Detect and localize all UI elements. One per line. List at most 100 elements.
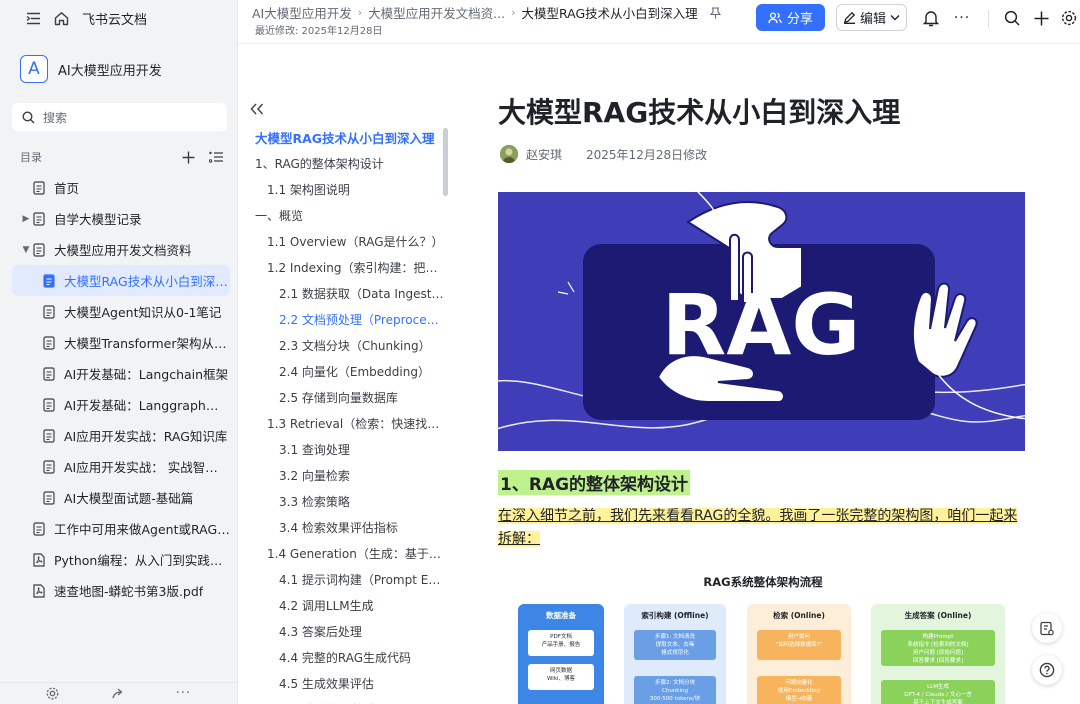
- toc-label: 目录: [20, 151, 42, 164]
- collapse-sidebar-icon[interactable]: [24, 9, 42, 27]
- outline-item[interactable]: 2.4 向量化（Embedding）: [238, 358, 444, 384]
- sidebar-item[interactable]: 速查地图-蟒蛇书第3版.pdf: [12, 575, 230, 606]
- settings-icon[interactable]: [46, 687, 59, 700]
- sidebar-item-label: AI大模型面试题-基础篇: [64, 491, 194, 506]
- outline-item-label: 2.5 存储到向量数据库: [279, 390, 398, 405]
- sidebar-item[interactable]: AI应用开发实战：RAG知识库: [12, 420, 230, 451]
- sidebar-item[interactable]: 工作中可用来做Agent或RAG+的: [12, 513, 230, 544]
- document-outline: 大模型RAG技术从小白到深入理 1、RAG的整体架构设计 1.1 架构图说明 一、概览…: [238, 44, 452, 704]
- outline-item[interactable]: 二、RAG查询优化策略: [238, 696, 444, 704]
- doc-icon: [32, 242, 46, 257]
- doc-icon: [42, 335, 56, 350]
- outline-item[interactable]: 1.4 Generation（生成：基于知识回答）: [238, 540, 444, 566]
- breadcrumb-current[interactable]: 大模型RAG技术从小白到深入理: [521, 3, 697, 22]
- outline-item[interactable]: 4.2 调用LLM生成: [238, 592, 444, 618]
- add-icon[interactable]: [1030, 7, 1052, 29]
- breadcrumb: AI大模型应用开发 › 大模型应用开发文档资... › 大模型RAG技术从小白到…: [252, 3, 721, 22]
- bell-icon[interactable]: [920, 7, 942, 29]
- outline-item[interactable]: 4.4 完整的RAG生成代码: [238, 644, 444, 670]
- search-icon[interactable]: [1001, 7, 1023, 29]
- share-arrow-icon[interactable]: [111, 687, 124, 700]
- outline-item-label: 3.3 检索策略: [279, 494, 350, 509]
- sidebar-item[interactable]: 大模型RAG技术从小白到深入理: [12, 265, 230, 296]
- outline-item[interactable]: 3.1 查询处理: [238, 436, 444, 462]
- home-icon[interactable]: [52, 9, 70, 27]
- comments-icon: [1040, 621, 1054, 635]
- outline-item[interactable]: 2.5 存储到向量数据库: [238, 384, 444, 410]
- sidebar-item[interactable]: 大模型Transformer架构从0-1: [12, 327, 230, 358]
- outline-item-label: 1.1 Overview（RAG是什么？）: [267, 234, 444, 249]
- breadcrumb-item[interactable]: 大模型应用开发文档资...: [368, 3, 505, 22]
- outline-item-label: 2.3 文档分块（Chunking）: [279, 338, 431, 353]
- avatar[interactable]: [500, 145, 518, 163]
- outline-item[interactable]: 1、RAG的整体架构设计: [238, 150, 444, 176]
- outline-item[interactable]: 4.3 答案后处理: [238, 618, 444, 644]
- outline-item[interactable]: 4.5 生成效果评估: [238, 670, 444, 696]
- intro-paragraph: 在深入细节之前，我们先来看看RAG的全貌。我画了一张完整的架构图，咱们一起来拆解…: [498, 505, 1028, 551]
- chevron-down-icon[interactable]: ▼: [20, 245, 32, 255]
- sidebar-item[interactable]: AI开发基础：Langgraph框架: [12, 389, 230, 420]
- outline-item[interactable]: 2.1 数据获取（Data Ingestion）: [238, 280, 444, 306]
- settings-icon[interactable]: [1058, 7, 1080, 29]
- app-name[interactable]: 飞书云文档: [82, 9, 147, 28]
- author-name[interactable]: 赵安琪: [526, 146, 562, 163]
- sidebar-item[interactable]: AI应用开发实战： 实战智能体: [12, 451, 230, 482]
- search-input[interactable]: 搜索: [12, 103, 227, 131]
- outline-item[interactable]: 1.2 Indexing（索引构建：把知识存起来）: [238, 254, 444, 280]
- chevron-right-icon[interactable]: ▶: [20, 214, 32, 224]
- sidebar-item-label: AI应用开发实战： 实战智能体: [64, 460, 230, 475]
- sidebar-item[interactable]: ▶ 自学大模型记录: [12, 203, 230, 234]
- outline-item-label: 4.1 提示词构建（Prompt Engineering）: [279, 572, 444, 587]
- outline-item[interactable]: 4.1 提示词构建（Prompt Engineering）: [238, 566, 444, 592]
- add-icon[interactable]: [182, 151, 195, 164]
- outline-item-label: 4.2 调用LLM生成: [279, 598, 374, 613]
- sidebar-item[interactable]: ▼ 大模型应用开发文档资料: [12, 234, 230, 265]
- outline-item-label: 大模型RAG技术从小白到深入理: [255, 130, 435, 146]
- sidebar-item-label: AI开发基础：Langgraph框架: [64, 398, 230, 413]
- sidebar-item-label: 大模型Agent知识从0-1笔记: [64, 305, 222, 320]
- outline-item[interactable]: 一、概览: [238, 202, 444, 228]
- outline-item[interactable]: 1.3 Retrieval（检索：快速找到相关知识）: [238, 410, 444, 436]
- collapse-outline-icon[interactable]: [250, 100, 264, 119]
- hero-image: RAG: [498, 192, 1025, 451]
- outline-item-label: 3.4 检索效果评估指标: [279, 520, 398, 535]
- outline-item-label: 4.4 完整的RAG生成代码: [279, 650, 412, 665]
- intro-text: 在深入细节之前，我们先来看看RAG的全貌。我画了一张完整的架构图，咱们一起来拆解…: [498, 508, 1018, 547]
- pin-icon[interactable]: [709, 6, 721, 19]
- hero-text: RAG: [662, 276, 861, 374]
- doc-icon: [42, 304, 56, 319]
- outline-item[interactable]: 2.2 文档预处理（Preprocessing）: [238, 306, 444, 332]
- diagram-column-data-prep: 数据准备 PDF文档 产品手册、报告 网页数据 Wiki、博客: [518, 604, 604, 704]
- breadcrumb-item[interactable]: AI大模型应用开发: [252, 3, 352, 22]
- outline-item[interactable]: 3.3 检索策略: [238, 488, 444, 514]
- more-options-icon[interactable]: ···: [951, 7, 973, 29]
- outline-item-label: 4.5 生成效果评估: [279, 676, 374, 691]
- doc-icon: [42, 397, 56, 412]
- outline-item[interactable]: 1.1 架构图说明: [238, 176, 444, 202]
- share-button[interactable]: 分享: [756, 4, 825, 31]
- more-icon[interactable]: ···: [176, 686, 191, 701]
- sidebar-item[interactable]: Python编程：从入门到实践（第3版）: [12, 544, 230, 575]
- doc-meta: 赵安琪 2025年12月28日修改: [500, 145, 707, 163]
- comments-button[interactable]: [1032, 613, 1062, 643]
- outline-item[interactable]: 3.4 检索效果评估指标: [238, 514, 444, 540]
- outline-item[interactable]: 1.1 Overview（RAG是什么？）: [238, 228, 444, 254]
- outline-item[interactable]: 大模型RAG技术从小白到深入理: [238, 124, 444, 150]
- sidebar-footer: ···: [0, 682, 237, 704]
- outline-item[interactable]: 3.2 向量检索: [238, 462, 444, 488]
- sidebar-item[interactable]: AI开发基础：Langchain框架: [12, 358, 230, 389]
- sidebar-item[interactable]: 首页: [12, 172, 230, 203]
- sidebar-item[interactable]: AI大模型面试题-基础篇: [12, 482, 230, 513]
- outline-item-label: 4.3 答案后处理: [279, 624, 362, 639]
- space-header[interactable]: A AI大模型应用开发: [20, 54, 227, 84]
- help-button[interactable]: [1032, 655, 1062, 685]
- outline-scrollbar[interactable]: [443, 128, 448, 196]
- outline-item[interactable]: 2.3 文档分块（Chunking）: [238, 332, 444, 358]
- diagram-box: 步骤2: 文档分块 Chunking 300-500 tokens/块: [634, 676, 716, 704]
- diagram-box: 网页数据 Wiki、博客: [528, 664, 594, 690]
- list-settings-icon[interactable]: [209, 151, 223, 163]
- sidebar-item[interactable]: 大模型Agent知识从0-1笔记: [12, 296, 230, 327]
- doc-icon: [42, 366, 56, 381]
- outline-item-label: 2.1 数据获取（Data Ingestion）: [279, 286, 444, 301]
- edit-button[interactable]: 编辑: [836, 4, 907, 31]
